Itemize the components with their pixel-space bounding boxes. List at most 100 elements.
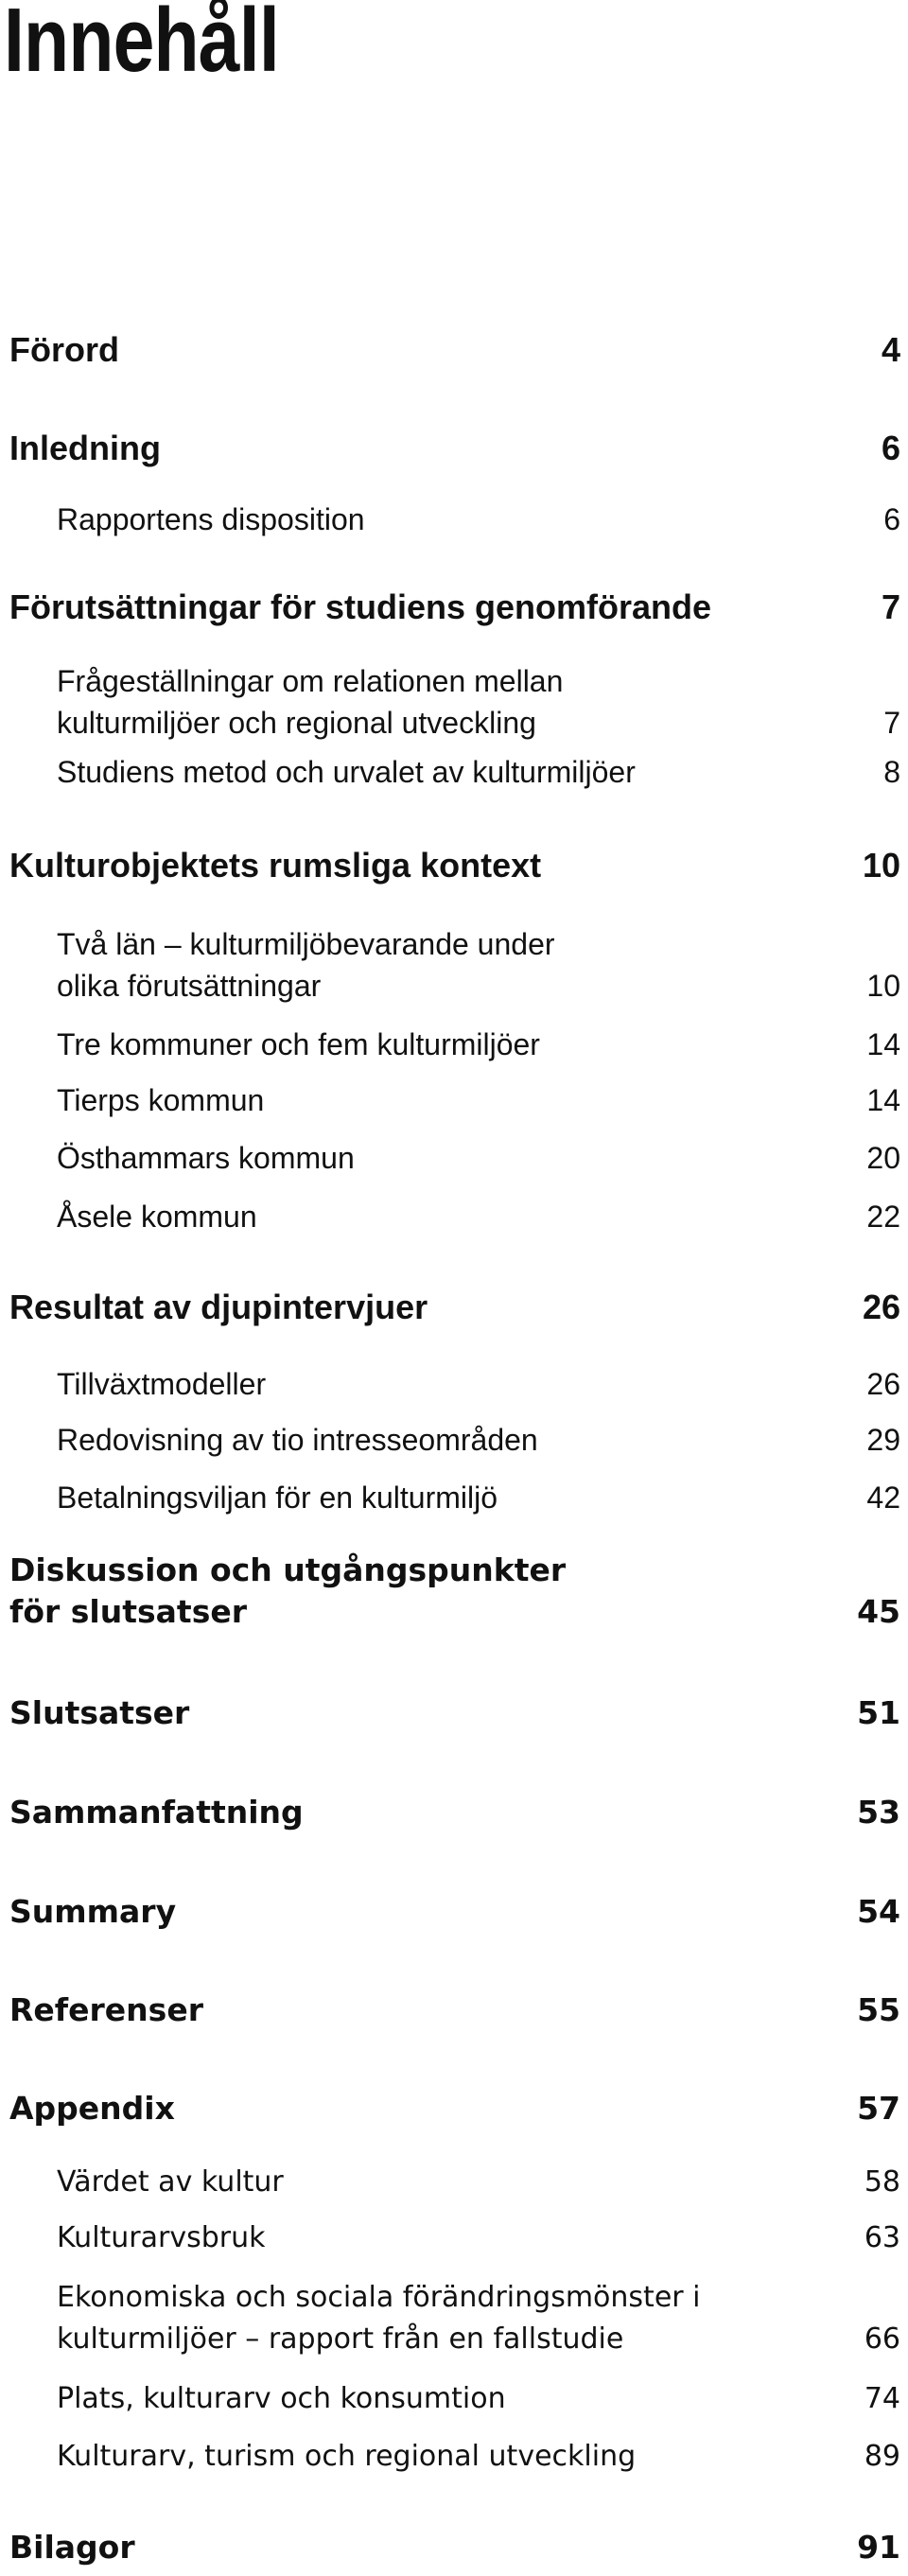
toc-entry-label-line: kulturmiljöer och regional utveckling [57, 706, 536, 740]
toc-entry-label: Frågeställningar om relationen mellan kul… [57, 660, 563, 744]
toc-entry-label: Förutsättningar för studiens genomförand… [9, 587, 711, 628]
toc-section[interactable]: Ekonomiska och sociala förändringsmönste… [0, 2277, 900, 2360]
toc-page-number: 89 [864, 2440, 900, 2473]
toc-chapter[interactable]: Appendix 57 [0, 2088, 900, 2129]
toc-section[interactable]: Kulturarv, turism och regional utvecklin… [0, 2436, 900, 2478]
toc-entry-label: Studiens metod och urvalet av kulturmilj… [57, 751, 636, 793]
toc-chapter[interactable]: Diskussion och utgångspunkter för slutsat… [0, 1550, 900, 1633]
toc-entry-label: Östhammars kommun [57, 1137, 355, 1179]
toc-entry-label: Diskussion och utgångspunkter för slutsat… [9, 1550, 566, 1633]
toc-section[interactable]: Värdet av kultur 58 [0, 2162, 900, 2203]
toc-chapter[interactable]: Bilagor 91 [0, 2527, 900, 2568]
toc-entry-label: Slutsatser [9, 1692, 189, 1734]
toc-section[interactable]: Två län – kulturmiljöbevarande under olik… [0, 923, 900, 1007]
toc-page-number: 10 [862, 846, 900, 885]
toc-entry-label: Betalningsviljan för en kulturmiljö [57, 1477, 498, 1518]
toc-entry-label: Appendix [9, 2088, 175, 2129]
toc-entry-label: Tre kommuner och fem kulturmiljöer [57, 1024, 540, 1065]
toc-entry-label-line: Värdet av kultur [57, 2165, 284, 2199]
toc-page-number: 45 [857, 1593, 900, 1630]
toc-page-number: 6 [881, 429, 900, 467]
page-title: Innehåll [4, 0, 280, 91]
toc-entry-label-line: Tillväxtmodeller [57, 1367, 267, 1401]
toc-entry-label: Värdet av kultur [57, 2162, 284, 2203]
toc-page-number: 22 [866, 1200, 900, 1234]
toc-page-number: 74 [864, 2382, 900, 2415]
toc-entry-label-line: Sammanfattning [9, 1794, 304, 1831]
toc-entry-label-line: Resultat av djupintervjuer [9, 1288, 428, 1326]
toc-entry-label-line: Ekonomiska och sociala förändringsmönste… [57, 2281, 701, 2314]
toc-section[interactable]: Rapportens disposition 6 [0, 499, 900, 540]
toc-chapter[interactable]: Slutsatser 51 [0, 1692, 900, 1734]
toc-entry-label: Sammanfattning [9, 1792, 304, 1833]
toc-entry-label-line: Studiens metod och urvalet av kulturmilj… [57, 755, 636, 789]
toc-entry-label-line: för slutsatser [9, 1593, 247, 1630]
toc-chapter[interactable]: Förord 4 [0, 329, 900, 371]
toc-section[interactable]: Östhammars kommun 20 [0, 1137, 900, 1179]
toc-section[interactable]: Plats, kulturarv och konsumtion 74 [0, 2378, 900, 2420]
toc-section[interactable]: Kulturarvsbruk 63 [0, 2217, 900, 2259]
toc-page-number: 58 [864, 2165, 900, 2199]
toc-entry-label-line: Inledning [9, 429, 161, 467]
toc-entry-label-line: Kulturobjektets rumsliga kontext [9, 846, 542, 885]
toc-entry-label-line: Kulturarvsbruk [57, 2221, 266, 2254]
toc-page-number: 54 [857, 1893, 900, 1930]
toc-entry-label: Redovisning av tio intresseområden [57, 1419, 538, 1461]
toc-entry-label-line: Betalningsviljan för en kulturmiljö [57, 1481, 498, 1515]
toc-section[interactable]: Tierps kommun 14 [0, 1079, 900, 1121]
toc-entry-label: Kulturarvsbruk [57, 2217, 266, 2259]
toc-page-number: 26 [866, 1367, 900, 1401]
toc-chapter[interactable]: Sammanfattning 53 [0, 1792, 900, 1833]
toc-entry-label: Plats, kulturarv och konsumtion [57, 2378, 506, 2420]
toc-section[interactable]: Frågeställningar om relationen mellan kul… [0, 660, 900, 744]
toc-entry-label-line: Diskussion och utgångspunkter [9, 1551, 567, 1588]
toc-section[interactable]: Åsele kommun 22 [0, 1196, 900, 1237]
toc-entry-label-line: kulturmiljöer – rapport från en fallstud… [57, 2322, 624, 2356]
toc-page-number: 7 [883, 706, 900, 740]
toc-page-number: 26 [862, 1288, 900, 1326]
toc-chapter[interactable]: Referenser 55 [0, 1989, 900, 2031]
toc-chapter[interactable]: Inledning 6 [0, 428, 900, 469]
toc-entry-label-line: Plats, kulturarv och konsumtion [57, 2382, 506, 2415]
toc-page-number: 6 [883, 502, 900, 536]
toc-page-number: 51 [857, 1694, 900, 1731]
toc-section[interactable]: Studiens metod och urvalet av kulturmilj… [0, 751, 900, 793]
toc-entry-label: Inledning [9, 428, 161, 469]
toc-chapter[interactable]: Kulturobjektets rumsliga kontext 10 [0, 845, 900, 886]
toc-entry-label-line: Förord [9, 330, 119, 369]
toc-section[interactable]: Redovisning av tio intresseområden 29 [0, 1419, 900, 1461]
toc-entry-label-line: Frågeställningar om relationen mellan [57, 664, 564, 698]
toc-entry-label: Ekonomiska och sociala förändringsmönste… [57, 2277, 700, 2360]
toc-entry-label: Kulturobjektets rumsliga kontext [9, 845, 541, 886]
toc-entry-label-line: Summary [9, 1893, 177, 1930]
toc-page-number: 20 [866, 1141, 900, 1175]
toc-entry-label: Bilagor [9, 2527, 135, 2568]
toc-entry-label: Referenser [9, 1989, 203, 2031]
toc-page-number: 66 [864, 2322, 900, 2356]
toc-page-number: 8 [883, 755, 900, 789]
toc-chapter[interactable]: Summary 54 [0, 1891, 900, 1933]
toc-page-number: 14 [866, 1027, 900, 1061]
toc-entry-label-line: Kulturarv, turism och regional utvecklin… [57, 2440, 637, 2473]
toc-entry-label-line: Referenser [9, 1991, 203, 2028]
toc-section[interactable]: Betalningsviljan för en kulturmiljö 42 [0, 1477, 900, 1518]
toc-entry-label: Rapportens disposition [57, 499, 365, 540]
toc-entry-label-line: Rapportens disposition [57, 502, 365, 536]
toc-entry-label-line: Bilagor [9, 2529, 135, 2566]
toc-entry-label-line: Redovisning av tio intresseområden [57, 1423, 538, 1457]
toc-entry-label-line: Två län – kulturmiljöbevarande under [57, 927, 555, 961]
toc-entry-label-line: olika förutsättningar [57, 969, 322, 1003]
toc-entry-label-line: Tierps kommun [57, 1083, 265, 1117]
toc-entry-label: Tillväxtmodeller [57, 1363, 266, 1405]
toc-chapter[interactable]: Resultat av djupintervjuer 26 [0, 1287, 900, 1328]
toc-page-number: 91 [857, 2529, 900, 2566]
toc-section[interactable]: Tillväxtmodeller 26 [0, 1363, 900, 1405]
toc-page-number: 10 [866, 969, 900, 1003]
toc-entry-label: Summary [9, 1891, 176, 1933]
toc-chapter[interactable]: Förutsättningar för studiens genomförand… [0, 587, 900, 628]
toc-entry-label-line: Förutsättningar för studiens genomförand… [9, 587, 712, 626]
toc-entry-label: Tierps kommun [57, 1079, 264, 1121]
toc-entry-label-line: Appendix [9, 2090, 175, 2127]
toc-section[interactable]: Tre kommuner och fem kulturmiljöer 14 [0, 1024, 900, 1065]
toc-entry-label-line: Slutsatser [9, 1694, 190, 1731]
